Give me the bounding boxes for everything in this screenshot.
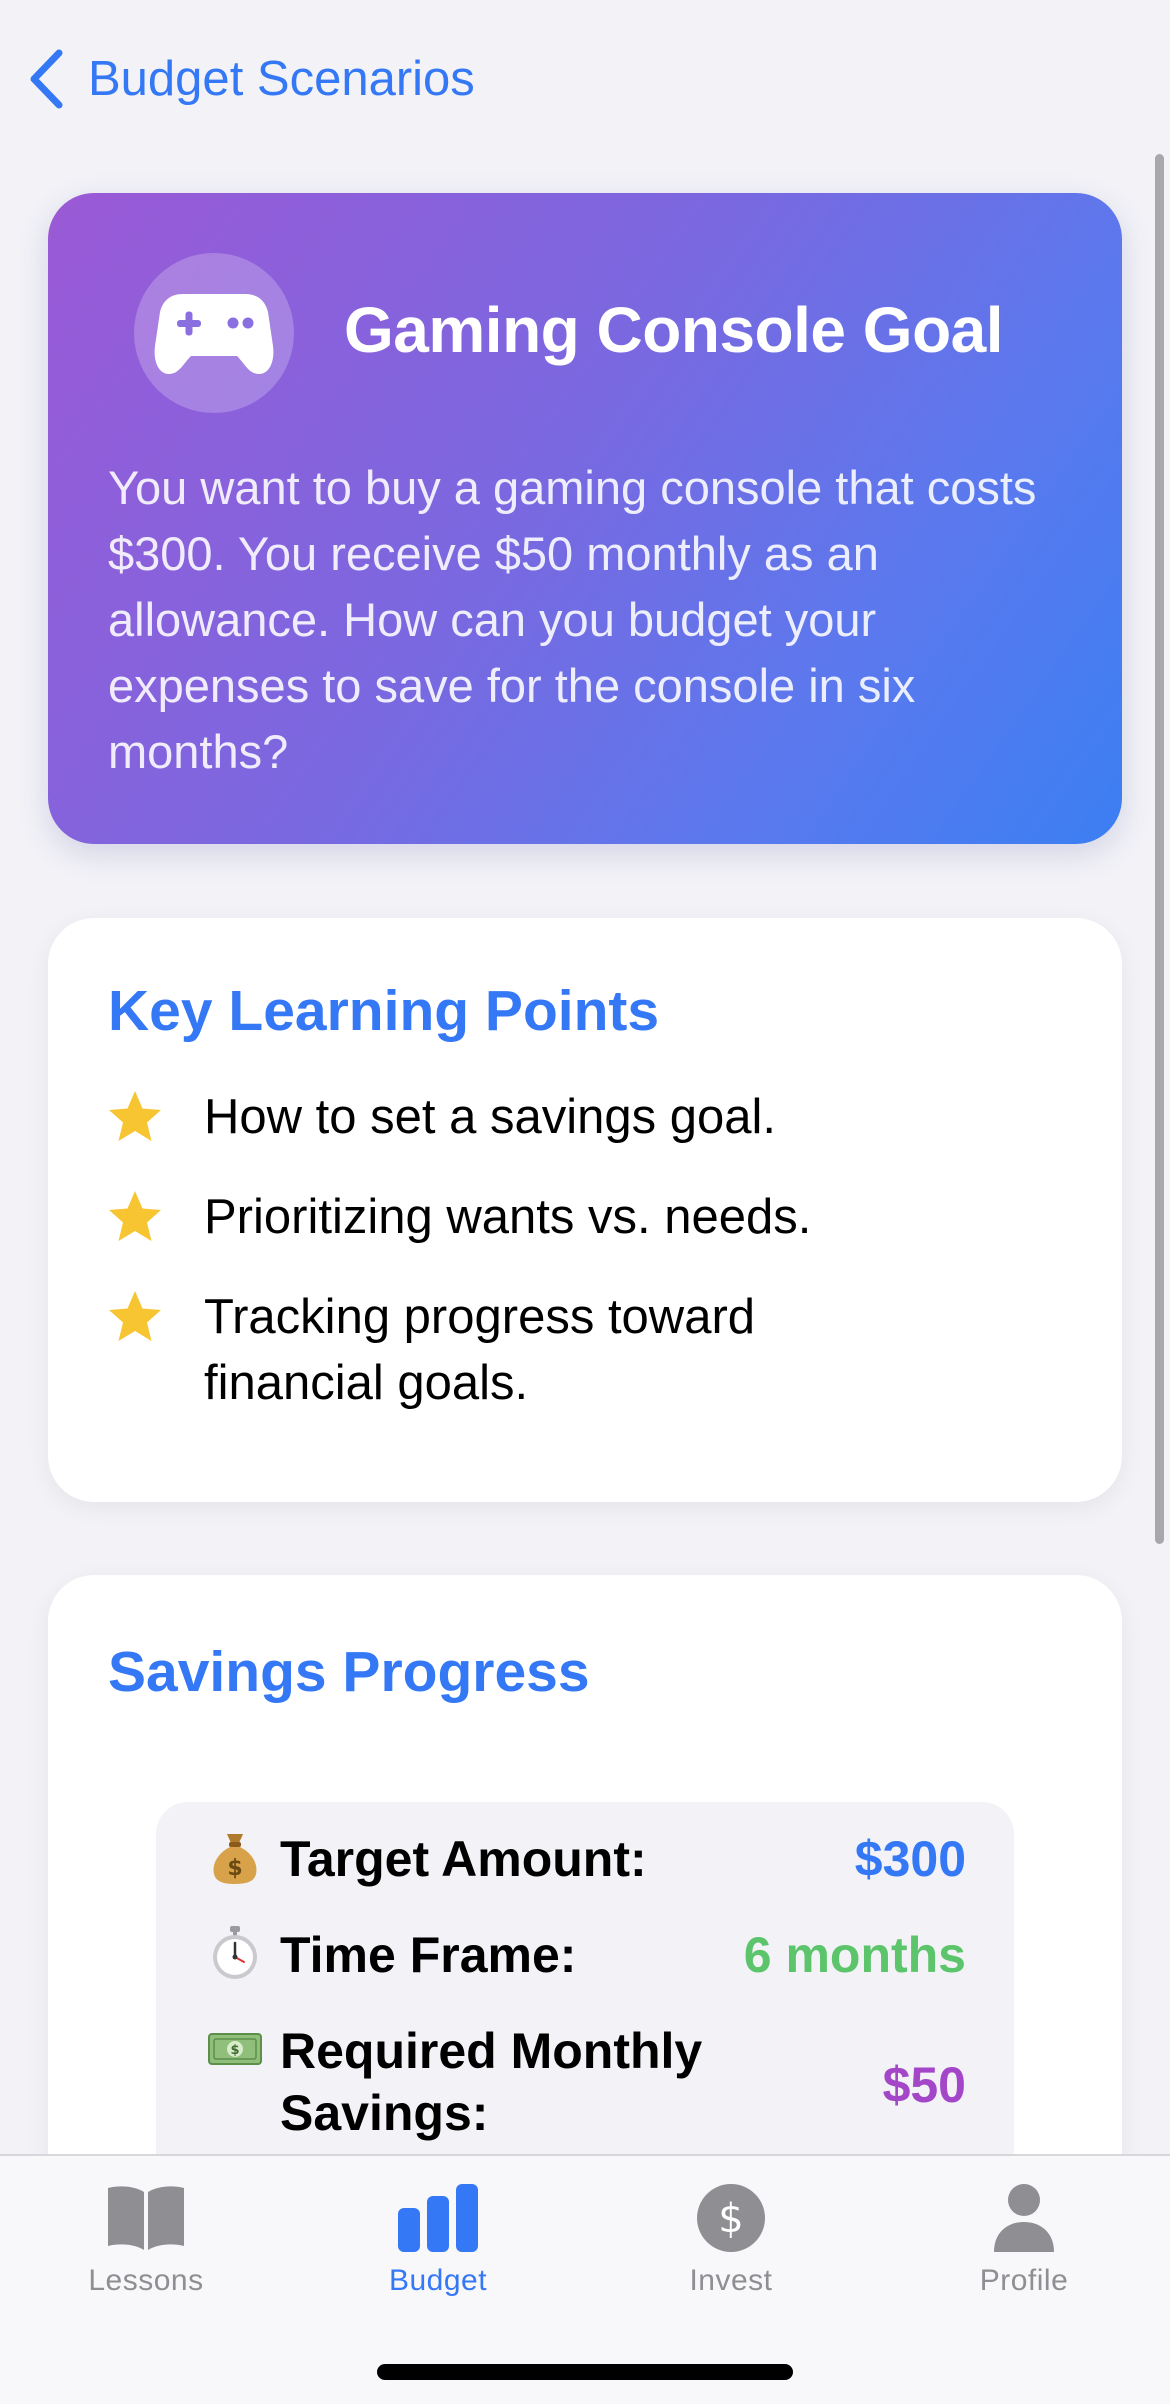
required-monthly-savings-value: $50 xyxy=(882,2057,966,2113)
back-button-label: Budget Scenarios xyxy=(88,52,475,106)
back-button[interactable]: Budget Scenarios xyxy=(26,44,475,114)
learning-points-list: How to set a savings goal. Prioritizing … xyxy=(106,1088,1066,1416)
time-frame-row: Time Frame: 6 months xyxy=(206,1924,966,1986)
scenario-description: You want to buy a gaming console that co… xyxy=(108,461,1037,778)
required-monthly-savings-label: Required Monthly Savings: xyxy=(280,2023,703,2141)
list-item: Tracking progress toward financial goals… xyxy=(106,1288,1066,1416)
scrollbar[interactable] xyxy=(1155,154,1164,1544)
tab-budget[interactable]: Budget xyxy=(338,2182,538,2312)
learning-point-text: Tracking progress toward financial goals… xyxy=(204,1290,756,1410)
required-monthly-savings-row: $ Required Monthly Savings: $50 xyxy=(206,2020,966,2144)
dollar-banknote-icon: $ xyxy=(208,2033,262,2065)
hero-icon-container xyxy=(134,253,294,413)
list-item: How to set a savings goal. xyxy=(106,1088,1066,1150)
svg-text:$: $ xyxy=(227,1856,242,1881)
tab-profile-label: Profile xyxy=(979,2264,1069,2297)
dollar-circle-icon: $ xyxy=(697,2184,765,2252)
svg-text:$: $ xyxy=(718,2196,743,2242)
money-bag-icon: $ xyxy=(213,1834,257,1884)
tab-lessons[interactable]: Lessons xyxy=(46,2182,246,2312)
star-icon xyxy=(109,1191,161,1241)
key-learning-points-card: Key Learning Points How to set a savings… xyxy=(48,918,1122,1502)
scenario-title: Gaming Console Goal xyxy=(344,294,1004,366)
tab-invest-label: Invest xyxy=(689,2264,773,2297)
tab-profile[interactable]: Profile xyxy=(924,2182,1124,2312)
navigation-bar: Budget Scenarios xyxy=(0,0,1170,150)
budget-scenario-screen: Budget Scenarios Gaming Console Goal You… xyxy=(0,0,1170,2404)
chart-bar-icon xyxy=(398,2184,478,2252)
home-indicator[interactable] xyxy=(377,2364,793,2380)
learning-point-text: How to set a savings goal. xyxy=(204,1090,776,1144)
list-item: Prioritizing wants vs. needs. xyxy=(106,1188,1066,1250)
scenario-hero-card: Gaming Console Goal You want to buy a ga… xyxy=(48,193,1122,844)
person-icon xyxy=(994,2184,1054,2252)
stopwatch-icon xyxy=(213,1926,257,1979)
tab-budget-label: Budget xyxy=(388,2264,488,2297)
gamecontroller-icon xyxy=(154,294,274,374)
chevron-left-icon xyxy=(30,49,63,109)
tab-invest[interactable]: $ Invest xyxy=(631,2182,831,2312)
star-icon xyxy=(109,1091,161,1141)
target-amount-value: $300 xyxy=(854,1831,966,1887)
target-amount-row: $ Target Amount: $300 xyxy=(206,1828,966,1890)
svg-text:$: $ xyxy=(230,2043,239,2058)
key-learning-points-title: Key Learning Points xyxy=(108,979,660,1043)
learning-point-text: Prioritizing wants vs. needs. xyxy=(204,1190,812,1244)
tab-lessons-label: Lessons xyxy=(88,2264,204,2297)
star-icon xyxy=(109,1291,161,1341)
target-amount-label: Target Amount: xyxy=(280,1831,647,1887)
time-frame-label: Time Frame: xyxy=(280,1927,577,1983)
savings-progress-title: Savings Progress xyxy=(108,1640,590,1704)
time-frame-value: 6 months xyxy=(743,1927,966,1983)
book-icon xyxy=(108,2186,184,2250)
